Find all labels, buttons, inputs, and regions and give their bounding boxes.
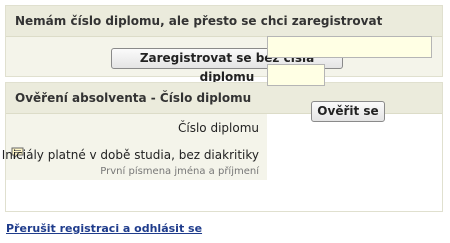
label-column: Číslo diplomu Iniciály platné v době stu…	[2, 114, 267, 180]
no-diploma-header: Nemám číslo diplomu, ale přesto se chci …	[6, 6, 442, 37]
cancel-registration-link[interactable]: Přerušit registraci a odhlásit se	[6, 222, 202, 235]
initials-label: Iniciály platné v době studia, bez diakr…	[1, 148, 259, 162]
initials-hint: První písmena jména a příjmení	[100, 166, 259, 177]
initials-input[interactable]	[267, 64, 325, 86]
verify-button[interactable]: Ověřit se	[311, 101, 385, 122]
no-diploma-title: Nemám číslo diplomu, ale přesto se chci …	[15, 14, 383, 28]
diploma-number-input[interactable]	[267, 36, 432, 58]
verification-title: Ověření absolventa - Číslo diplomu	[15, 91, 252, 105]
diploma-number-label: Číslo diplomu	[178, 121, 259, 135]
